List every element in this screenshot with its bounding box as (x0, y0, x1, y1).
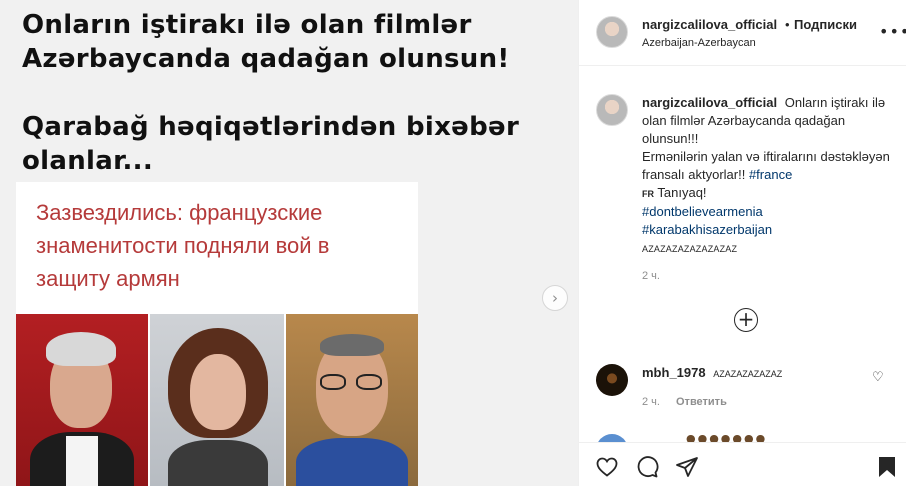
flag-label: FR (642, 189, 654, 199)
comment-item: ●●●●●●● (596, 432, 896, 442)
emoji-row: ●●●●●●● (686, 432, 768, 442)
chevron-right-icon: › (552, 289, 558, 307)
post-side-panel: nargizcalilova_official • Подписки Azerb… (578, 0, 906, 486)
avatar[interactable] (596, 94, 628, 126)
actor-photo (150, 314, 284, 486)
headline-line: Azərbaycanda qadağan olunsun! (22, 44, 510, 74)
comment-text: mbh_1978 AZAZAZAZAZAZ (642, 365, 782, 380)
comment-time: 2 ч. (642, 396, 660, 408)
comment-username[interactable]: mbh_1978 (642, 365, 706, 380)
hashtag-link[interactable]: #france (749, 167, 792, 182)
plus-circle-icon[interactable]: + (734, 308, 758, 332)
comment-icon[interactable] (635, 455, 661, 481)
headline-line: Onların iştirakı ilə olan filmlər (22, 10, 472, 40)
headline-line: olanlar... (22, 146, 154, 176)
heart-icon[interactable] (595, 455, 621, 481)
post-header: nargizcalilova_official • Подписки Azerb… (579, 0, 906, 66)
avatar[interactable] (596, 434, 628, 442)
caption-time[interactable]: 2 ч. (642, 270, 660, 282)
hashtag-link[interactable]: #dontbelievearmenia (642, 203, 892, 221)
caption-laugh: AZAZAZAZAZAZAZAZ (642, 244, 738, 254)
bookmark-icon[interactable] (875, 455, 901, 481)
avatar[interactable] (596, 16, 628, 48)
location-link[interactable]: Azerbaijan-Azerbaycan (642, 37, 756, 49)
header-username[interactable]: nargizcalilova_official (642, 17, 777, 32)
next-slide-button[interactable]: › (542, 285, 568, 311)
headline-bottom: Qarabağ həqiqətlərindən bixəbər olanlar.… (22, 110, 519, 178)
share-icon[interactable] (675, 455, 701, 481)
comment-item: mbh_1978 AZAZAZAZAZAZ ♡ 2 ч. Ответить (596, 362, 896, 412)
ellipsis-icon[interactable]: ••• (879, 22, 906, 41)
separator: • (785, 17, 790, 32)
headline-top: Onların iştirakı ilə olan filmlər Azərba… (22, 8, 510, 76)
actor-photo (286, 314, 418, 486)
follow-button[interactable]: Подписки (794, 17, 857, 32)
avatar[interactable] (596, 364, 628, 396)
caption-text: nargizcalilova_official Onların iştirakı… (642, 94, 892, 258)
reply-button[interactable]: Ответить (676, 396, 727, 408)
news-title-line: Зазвездились: французские (36, 200, 323, 225)
news-title-line: знаменитости подняли вой в (36, 233, 330, 258)
comment-body: AZAZAZAZAZAZ (713, 369, 783, 379)
post-image[interactable]: Onların iştirakı ilə olan filmlər Azərba… (0, 0, 578, 486)
heart-icon[interactable]: ♡ (872, 370, 884, 385)
actor-photo (16, 314, 148, 486)
caption-username[interactable]: nargizcalilova_official (642, 95, 777, 110)
news-title-line: защиту армян (36, 266, 180, 291)
news-title: Зазвездились: французские знаменитости п… (36, 196, 396, 295)
news-card: Зазвездились: французские знаменитости п… (16, 182, 418, 486)
caption-line: Tanıyaq! (657, 185, 707, 200)
headline-line: Qarabağ həqiqətlərindən bixəbər (22, 112, 520, 142)
hashtag-link[interactable]: #karabakhisazerbaijan (642, 221, 892, 239)
action-bar (579, 442, 906, 486)
